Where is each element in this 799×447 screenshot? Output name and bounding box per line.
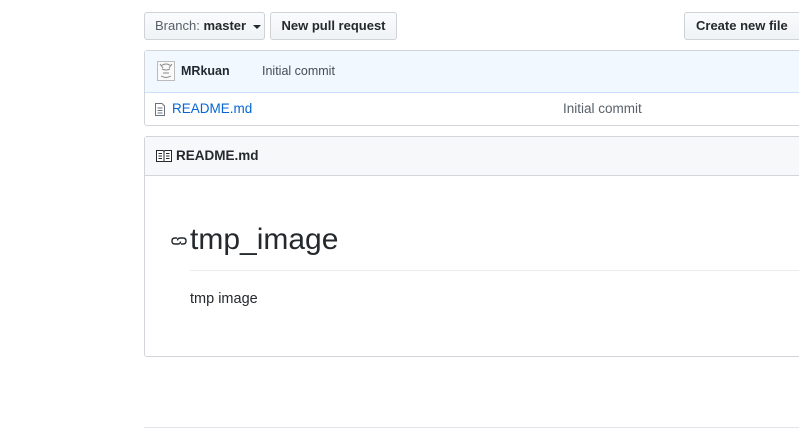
caret-down-icon — [252, 24, 261, 29]
commit-message-link[interactable]: Initial commit — [262, 64, 335, 78]
book-icon — [156, 150, 172, 162]
file-navigation-box: MRkuan Initial commit README.md Initial … — [144, 50, 799, 126]
branch-label: Branch: — [155, 18, 200, 33]
commit-author-link[interactable]: MRkuan — [181, 64, 230, 78]
readme-title: README.md — [176, 148, 259, 163]
file-name-link[interactable]: README.md — [172, 101, 252, 116]
file-text-icon — [155, 103, 165, 116]
file-row: README.md Initial commit — [145, 93, 799, 126]
heading-divider — [190, 270, 799, 271]
repo-page: Branch: master New pull request Create n… — [0, 0, 799, 447]
file-commit-message-link[interactable]: Initial commit — [563, 101, 642, 116]
readme-paragraph: tmp image — [190, 291, 258, 307]
footer-divider — [144, 427, 799, 428]
create-new-file-button[interactable]: Create new file — [684, 12, 799, 40]
readme-heading: tmp_image — [190, 223, 339, 256]
branch-value: master — [203, 18, 247, 33]
avatar[interactable] — [157, 61, 175, 81]
latest-commit-bar: MRkuan Initial commit — [145, 51, 799, 93]
readme-box: README.md tmp_image tmp image — [144, 136, 799, 357]
new-pull-request-button[interactable]: New pull request — [270, 12, 397, 40]
anchor-link-icon[interactable] — [171, 234, 187, 248]
branch-select-button[interactable]: Branch: master — [144, 12, 265, 40]
readme-header: README.md — [145, 137, 799, 176]
